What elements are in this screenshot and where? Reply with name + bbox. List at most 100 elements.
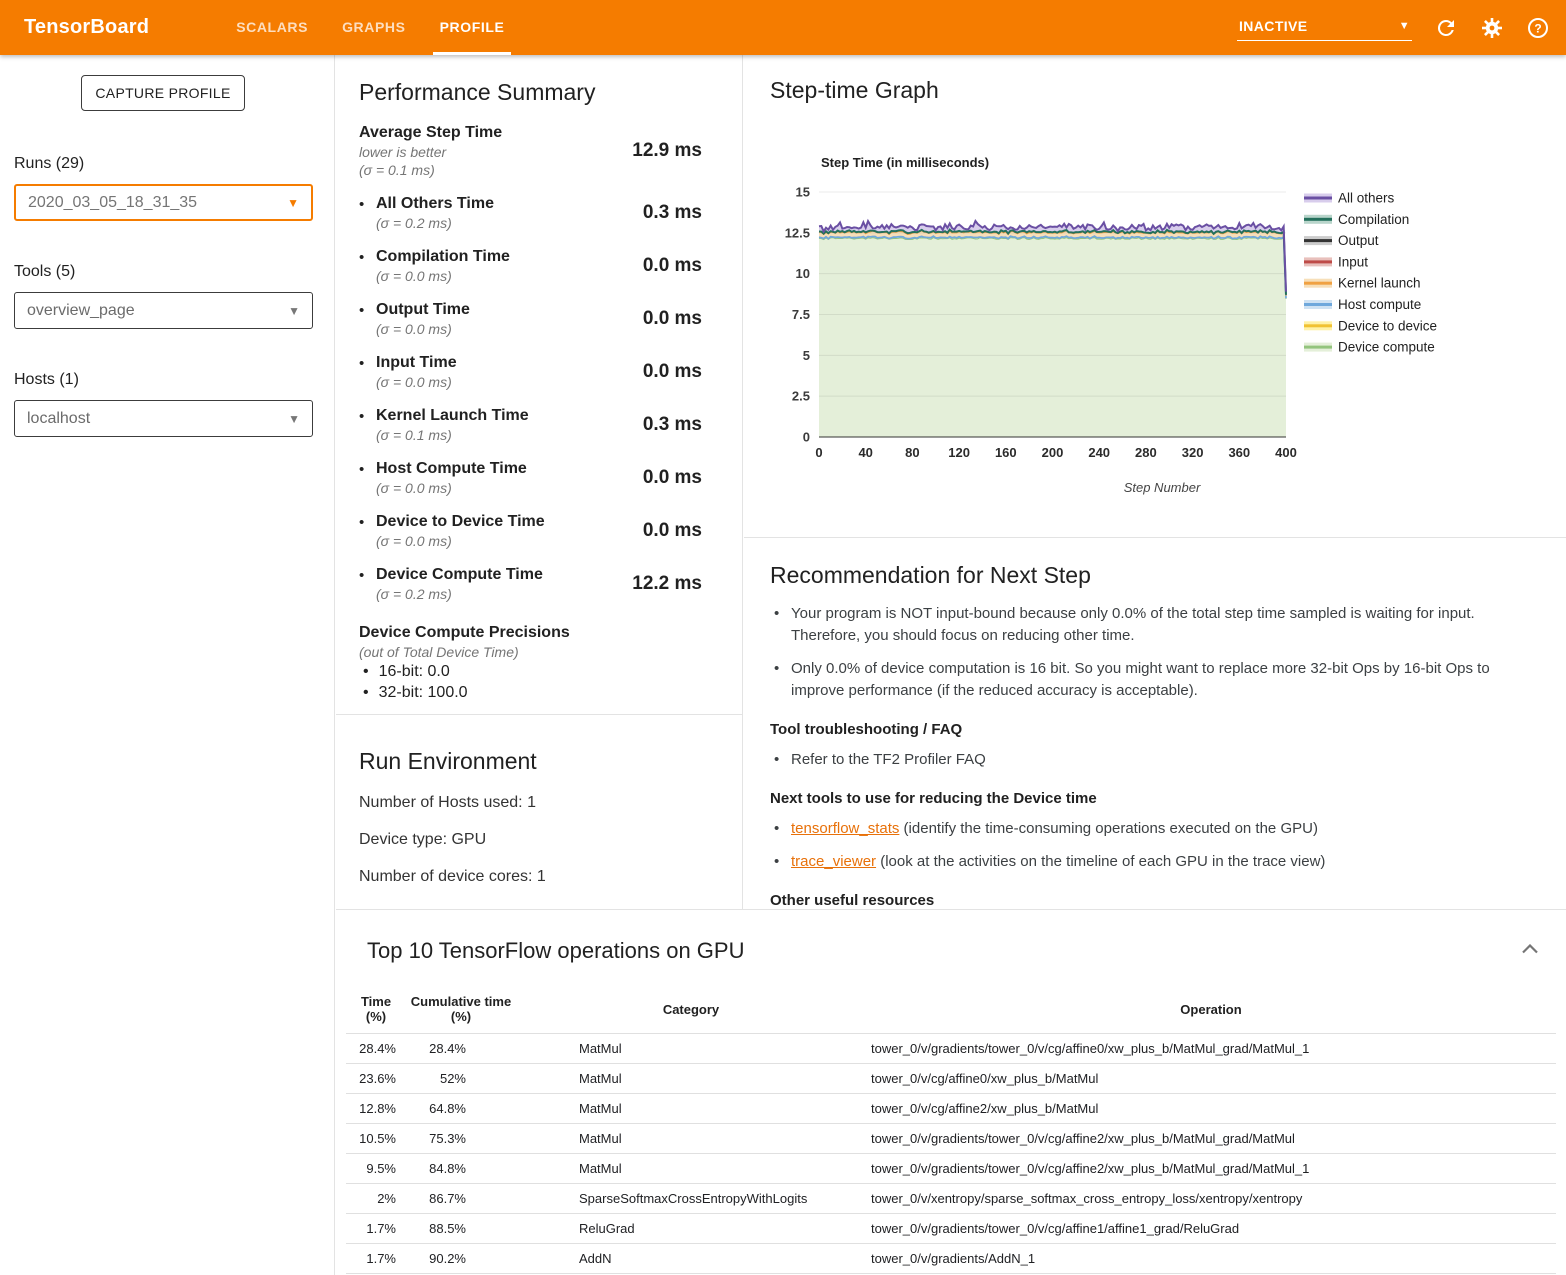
table-cell: MatMul — [516, 1094, 866, 1124]
tools-select[interactable]: overview_page ▼ — [14, 292, 313, 329]
refresh-icon[interactable] — [1434, 16, 1458, 40]
faq-item: Refer to the TF2 Profiler FAQ — [770, 749, 1536, 771]
table-cell: tower_0/v/cg/affine0/xw_plus_b/MatMul — [866, 1064, 1556, 1094]
chart-title: Step Time (in milliseconds) — [821, 155, 989, 170]
table-cell: tower_0/v/gradients/tower_0/v/cg/affine2… — [866, 1124, 1556, 1154]
legend-label: All others — [1338, 191, 1395, 206]
svg-text:2.5: 2.5 — [792, 389, 810, 404]
tab-scalars[interactable]: SCALARS — [219, 0, 325, 55]
svg-text:12.5: 12.5 — [785, 225, 810, 240]
table-row: 1.7%88.5%ReluGradtower_0/v/gradients/tow… — [346, 1214, 1556, 1244]
table-cell: tower_0/v/gradients/tower_0/v/cg/affine0… — [866, 1034, 1556, 1064]
average-step-time-value: 12.9 ms — [632, 140, 702, 162]
header-actions: INACTIVE ▼ — [1237, 14, 1550, 41]
left-column: Performance Summary Average Step Time lo… — [336, 55, 743, 909]
tensorboard-app: TensorBoard SCALARS GRAPHS PROFILE INACT… — [0, 0, 1566, 1275]
performance-summary-panel: Performance Summary Average Step Time lo… — [336, 55, 742, 715]
right-column: Step-time Graph Step Time (in millisecon… — [744, 55, 1566, 909]
bullet-icon: • — [359, 301, 376, 337]
chevron-down-icon: ▼ — [1399, 20, 1410, 32]
device-type: Device type: GPU — [359, 831, 546, 849]
col-cumulative: Cumulative time (%) — [406, 986, 516, 1034]
other-resources-heading: Other useful resources — [770, 892, 1536, 909]
table-cell: tower_0/v/gradients/tower_0/v/cg/affine2… — [866, 1154, 1556, 1184]
col-category: Category — [516, 986, 866, 1034]
runs-select[interactable]: 2020_03_05_18_31_35 ▼ — [14, 184, 313, 221]
table-cell: 1.7% — [346, 1244, 406, 1274]
bullet-icon: • — [359, 248, 376, 284]
table-cell: tower_0/v/cg/affine2/xw_plus_b/MatMul — [866, 1094, 1556, 1124]
tools-label: Tools (5) — [14, 263, 75, 281]
hosts-label: Hosts (1) — [14, 371, 79, 389]
trace-viewer-link[interactable]: trace_viewer — [791, 853, 876, 870]
performance-item: •All Others Time(σ = 0.2 ms)0.3 ms — [359, 195, 702, 231]
svg-text:40: 40 — [858, 445, 872, 460]
table-cell: MatMul — [516, 1154, 866, 1184]
chevron-down-icon: ▼ — [287, 196, 299, 210]
collapse-chevron-icon[interactable] — [1522, 944, 1538, 954]
table-row: 12.8%64.8%MatMultower_0/v/cg/affine2/xw_… — [346, 1094, 1556, 1124]
svg-text:5: 5 — [803, 348, 810, 363]
table-cell: 28.4% — [346, 1034, 406, 1064]
performance-summary-title: Performance Summary — [359, 79, 702, 106]
table-cell: 52% — [406, 1064, 516, 1094]
table-cell: ReluGrad — [516, 1214, 866, 1244]
bullet-icon: • — [359, 460, 376, 496]
performance-item: •Host Compute Time(σ = 0.0 ms)0.0 ms — [359, 460, 702, 496]
legend-label: Compilation — [1338, 212, 1409, 227]
table-cell: 1.7% — [346, 1214, 406, 1244]
legend-label: Device to device — [1338, 318, 1437, 333]
app-title: TensorBoard — [24, 16, 149, 39]
next-tool-item: tensorflow_stats (identify the time-cons… — [770, 818, 1536, 840]
table-cell: 86.7% — [406, 1184, 516, 1214]
svg-text:280: 280 — [1135, 445, 1157, 460]
table-cell: SparseSoftmaxCrossEntropyWithLogits — [516, 1184, 866, 1214]
recommendation-bullet: Only 0.0% of device computation is 16 bi… — [770, 658, 1536, 702]
table-cell: MatMul — [516, 1064, 866, 1094]
svg-text:?: ? — [1534, 21, 1541, 35]
bullet-icon: • — [359, 354, 376, 390]
gear-icon[interactable] — [1480, 16, 1504, 40]
table-cell: 12.8% — [346, 1094, 406, 1124]
table-cell: MatMul — [516, 1034, 866, 1064]
svg-text:200: 200 — [1042, 445, 1064, 460]
table-cell: 88.5% — [406, 1214, 516, 1244]
step-time-chart: 02.557.51012.515040801201602002402803203… — [764, 175, 1554, 475]
sidebar: CAPTURE PROFILE Runs (29) 2020_03_05_18_… — [0, 55, 335, 1275]
table-cell: 84.8% — [406, 1154, 516, 1184]
device-compute-precisions: Device Compute Precisions (out of Total … — [359, 624, 702, 702]
capture-profile-button[interactable]: CAPTURE PROFILE — [81, 75, 245, 111]
recommendation-bullet: Your program is NOT input-bound because … — [770, 603, 1536, 647]
svg-text:400: 400 — [1275, 445, 1297, 460]
performance-item: •Kernel Launch Time(σ = 0.1 ms)0.3 ms — [359, 407, 702, 443]
tab-graphs[interactable]: GRAPHS — [325, 0, 423, 55]
table-cell: AddN — [516, 1244, 866, 1274]
tensorflow-stats-link[interactable]: tensorflow_stats — [791, 820, 899, 837]
svg-text:160: 160 — [995, 445, 1017, 460]
status-dropdown[interactable]: INACTIVE ▼ — [1237, 14, 1412, 41]
tab-profile[interactable]: PROFILE — [423, 0, 522, 55]
top-ops-title: Top 10 TensorFlow operations on GPU — [367, 938, 744, 964]
table-cell: 90.2% — [406, 1244, 516, 1274]
svg-text:360: 360 — [1228, 445, 1250, 460]
table-header-row: Time (%) Cumulative time (%) Category Op… — [346, 986, 1556, 1034]
col-operation: Operation — [866, 986, 1556, 1034]
table-row: 28.4%28.4%MatMultower_0/v/gradients/towe… — [346, 1034, 1556, 1064]
help-icon[interactable]: ? — [1526, 16, 1550, 40]
table-row: 1.7%90.2%AddNtower_0/v/gradients/AddN_1 — [346, 1244, 1556, 1274]
performance-item: •Device Compute Time(σ = 0.2 ms)12.2 ms — [359, 566, 702, 602]
svg-text:80: 80 — [905, 445, 919, 460]
svg-text:7.5: 7.5 — [792, 307, 810, 322]
recommendation-title: Recommendation for Next Step — [770, 562, 1536, 589]
table-cell: MatMul — [516, 1124, 866, 1154]
performance-item: •Output Time(σ = 0.0 ms)0.0 ms — [359, 301, 702, 337]
col-time: Time (%) — [346, 986, 406, 1034]
hosts-select[interactable]: localhost ▼ — [14, 400, 313, 437]
svg-text:240: 240 — [1088, 445, 1110, 460]
svg-text:320: 320 — [1182, 445, 1204, 460]
svg-text:0: 0 — [815, 445, 822, 460]
svg-text:0: 0 — [803, 430, 810, 445]
table-cell: 28.4% — [406, 1034, 516, 1064]
recommendation-panel: Recommendation for Next Step Your progra… — [744, 538, 1566, 942]
table-cell: tower_0/v/gradients/tower_0/v/cg/affine1… — [866, 1214, 1556, 1244]
